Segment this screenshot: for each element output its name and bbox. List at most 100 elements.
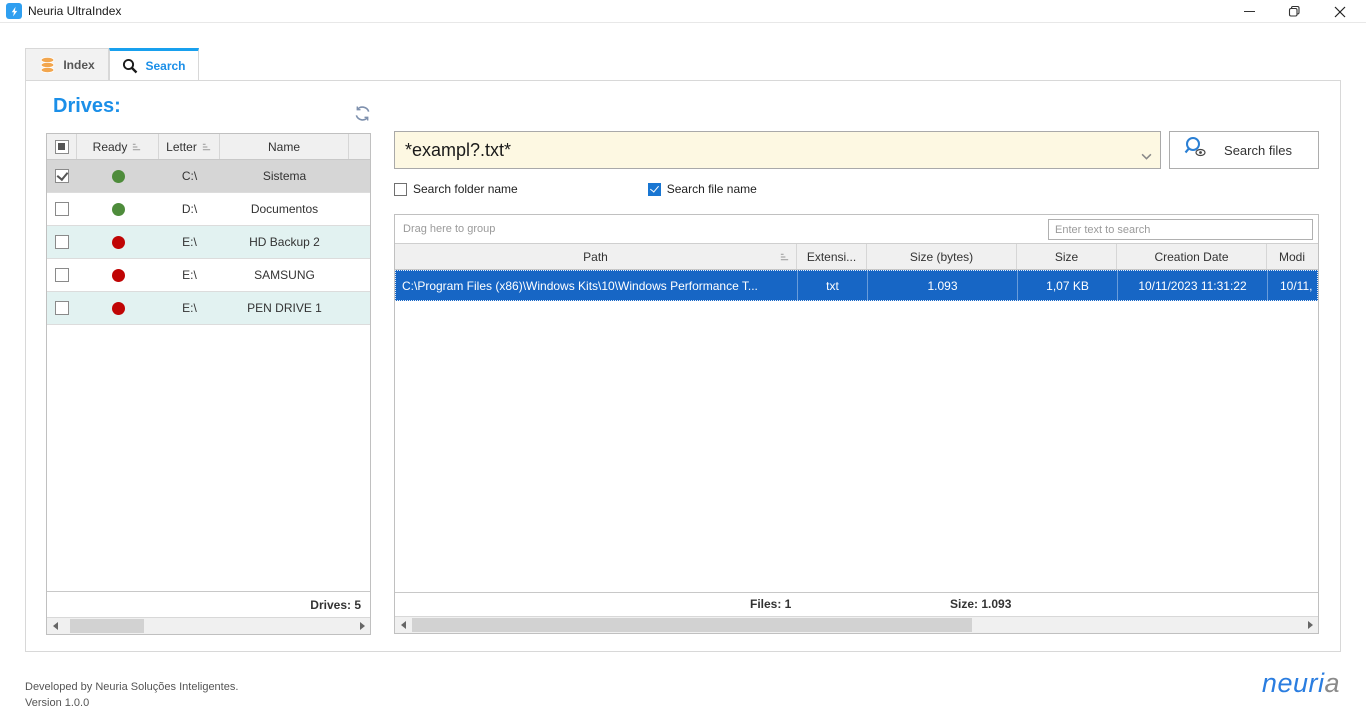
left-arrow-icon <box>401 621 406 629</box>
select-all-checkbox[interactable] <box>55 140 69 154</box>
drive-row-sistema[interactable]: C:\ Sistema <box>47 160 370 193</box>
right-arrow-icon <box>1308 621 1313 629</box>
drive-row-hd-backup-2[interactable]: E:\ HD Backup 2 <box>47 226 370 259</box>
scroll-right-arrow[interactable] <box>354 618 370 634</box>
column-header-name[interactable]: Name <box>220 134 349 159</box>
search-query-input[interactable] <box>395 132 1160 168</box>
not-ready-status-icon <box>112 236 125 249</box>
column-header-size-label: Size <box>1055 250 1078 264</box>
not-ready-status-icon <box>112 269 125 282</box>
drive-row-pen-drive-1[interactable]: E:\ PEN DRIVE 1 <box>47 292 370 325</box>
search-file-name-checkbox[interactable] <box>648 183 661 196</box>
column-header-creation-date[interactable]: Creation Date <box>1117 244 1267 269</box>
drives-table: Ready Letter Name C:\ Sistema D:\ <box>46 133 371 635</box>
column-header-ready[interactable]: Ready <box>77 134 159 159</box>
group-by-band[interactable]: Drag here to group <box>395 215 1318 244</box>
scroll-left-arrow[interactable] <box>47 618 63 634</box>
group-by-hint: Drag here to group <box>395 223 495 235</box>
select-all-header-cell[interactable] <box>47 134 77 159</box>
column-header-size[interactable]: Size <box>1017 244 1117 269</box>
search-folder-name-checkbox[interactable] <box>394 183 407 196</box>
version-text: Version 1.0.0 <box>25 697 89 709</box>
files-count-status: Files: 1 <box>750 597 791 611</box>
column-header-creation-date-label: Creation Date <box>1154 250 1228 264</box>
result-row[interactable]: C:\Program Files (x86)\Windows Kits\10\W… <box>395 270 1318 301</box>
column-header-ready-label: Ready <box>93 140 128 154</box>
results-horizontal-scrollbar[interactable] <box>395 616 1318 633</box>
search-file-name-label: Search file name <box>667 182 757 196</box>
drive-name: Documentos <box>220 193 349 225</box>
magnifier-eye-icon <box>1184 136 1208 164</box>
tab-index-label: Index <box>63 58 94 72</box>
scrollbar-thumb[interactable] <box>412 618 972 632</box>
drive-row-samsung[interactable]: E:\ SAMSUNG <box>47 259 370 292</box>
drive-checkbox[interactable] <box>55 268 69 282</box>
tab-search-label: Search <box>145 59 185 73</box>
drive-checkbox[interactable] <box>55 235 69 249</box>
results-header-row: Path Extensi... Size (bytes) Size Creati… <box>395 244 1318 270</box>
result-path: C:\Program Files (x86)\Windows Kits\10\W… <box>396 271 798 300</box>
column-header-extension-label: Extensi... <box>807 250 856 264</box>
column-header-name-label: Name <box>268 140 300 154</box>
not-ready-status-icon <box>112 302 125 315</box>
restore-button[interactable] <box>1277 0 1311 23</box>
sort-lines-icon <box>201 142 212 152</box>
result-size-bytes: 1.093 <box>868 271 1018 300</box>
column-header-size-bytes[interactable]: Size (bytes) <box>867 244 1017 269</box>
search-folder-name-label: Search folder name <box>413 182 518 196</box>
developed-by-text: Developed by Neuria Soluções Inteligente… <box>25 681 238 693</box>
scroll-left-arrow[interactable] <box>395 617 411 633</box>
drives-horizontal-scrollbar[interactable] <box>47 617 370 634</box>
drive-row-documentos[interactable]: D:\ Documentos <box>47 193 370 226</box>
results-grid: Drag here to group Path Extensi... Size … <box>394 214 1319 634</box>
minimize-icon <box>1244 11 1255 12</box>
search-folder-name-option[interactable]: Search folder name <box>394 182 518 196</box>
column-header-letter[interactable]: Letter <box>159 134 220 159</box>
left-arrow-icon <box>53 622 58 630</box>
column-header-path[interactable]: Path <box>395 244 797 269</box>
search-tab-panel: Drives: Ready Letter Name <box>25 80 1341 652</box>
drive-letter: C:\ <box>159 160 220 192</box>
result-creation-date: 10/11/2023 11:31:22 <box>1118 271 1268 300</box>
drive-name: HD Backup 2 <box>220 226 349 258</box>
drive-checkbox[interactable] <box>55 202 69 216</box>
drive-letter: E:\ <box>159 292 220 324</box>
sort-lines-icon <box>131 142 142 152</box>
search-file-name-option[interactable]: Search file name <box>648 182 757 196</box>
grid-filter-input[interactable] <box>1048 219 1313 240</box>
drive-name: SAMSUNG <box>220 259 349 291</box>
database-icon <box>39 57 56 73</box>
drive-letter: D:\ <box>159 193 220 225</box>
tab-index[interactable]: Index <box>25 48 109 81</box>
right-arrow-icon <box>360 622 365 630</box>
column-header-letter-label: Letter <box>166 140 197 154</box>
drive-checkbox[interactable] <box>55 301 69 315</box>
drive-checkbox[interactable] <box>55 169 69 183</box>
column-header-modified[interactable]: Modi <box>1267 244 1318 269</box>
search-files-button[interactable]: Search files <box>1169 131 1319 169</box>
scrollbar-thumb[interactable] <box>70 619 144 633</box>
chevron-down-icon[interactable] <box>1141 147 1152 165</box>
column-header-path-label: Path <box>583 250 608 264</box>
tab-bar: Index Search <box>25 48 199 81</box>
drives-table-header: Ready Letter Name <box>47 134 370 160</box>
drive-letter: E:\ <box>159 259 220 291</box>
minimize-button[interactable] <box>1232 0 1266 23</box>
restore-icon <box>1288 5 1301 18</box>
drives-heading: Drives: <box>53 95 121 118</box>
close-button[interactable] <box>1323 0 1357 23</box>
neuria-logo: neuria <box>1262 668 1340 699</box>
logo-blue-part: neuri <box>1262 668 1325 698</box>
column-header-filler <box>349 134 370 159</box>
search-files-label: Search files <box>1208 143 1308 158</box>
lightning-icon <box>6 3 22 19</box>
scroll-right-arrow[interactable] <box>1302 617 1318 633</box>
result-extension: txt <box>798 271 868 300</box>
sort-lines-icon <box>779 252 790 262</box>
title-bar: Neuria UltraIndex <box>0 0 1366 23</box>
refresh-drives-button[interactable] <box>353 105 373 123</box>
column-header-size-bytes-label: Size (bytes) <box>910 250 973 264</box>
column-header-extension[interactable]: Extensi... <box>797 244 867 269</box>
tab-search[interactable]: Search <box>109 48 199 81</box>
search-options-row: Search folder name Search file name <box>394 182 757 196</box>
